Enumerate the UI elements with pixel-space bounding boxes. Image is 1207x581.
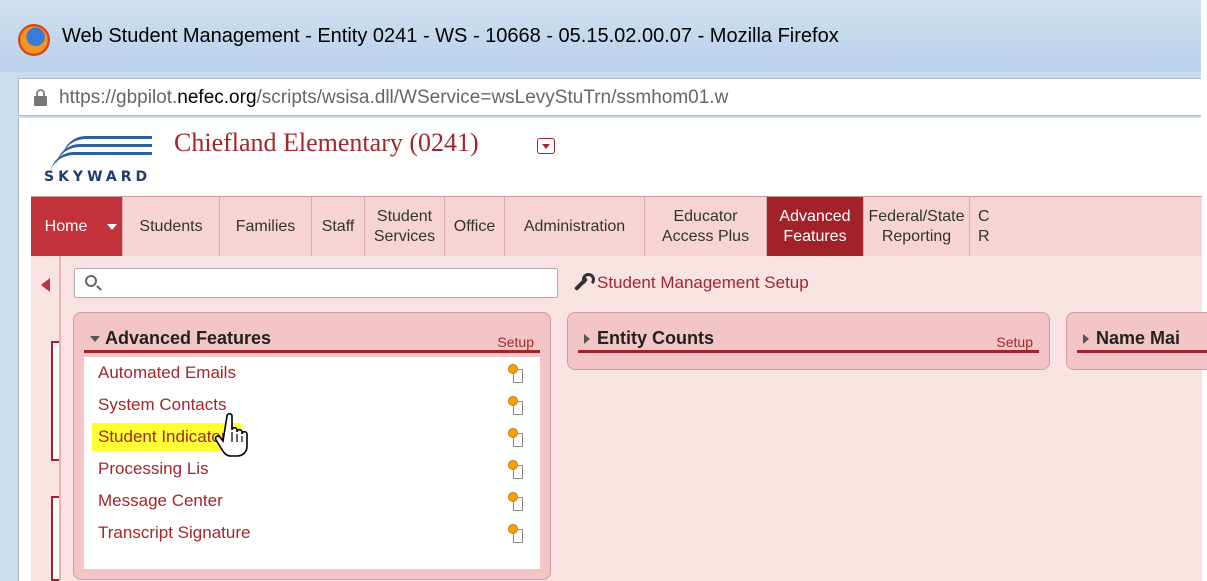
list-item[interactable]: Transcript Signature <box>98 523 250 543</box>
url-path: /scripts/wsisa.dll/WService=wsLevyStuTrn… <box>256 87 729 108</box>
page-content: SKYWARD Chiefland Elementary (0241) Home… <box>18 118 1207 581</box>
nav-administration[interactable]: Administration <box>505 197 645 257</box>
search-icon <box>85 275 97 287</box>
panel-title-text: Entity Counts <box>597 328 714 348</box>
nav-office[interactable]: Office <box>445 197 505 257</box>
setup-link-label: Student Management Setup <box>597 273 809 292</box>
nav-home-dropdown-icon[interactable] <box>101 197 123 257</box>
browser-window: Web Student Management - Entity 0241 - W… <box>0 0 1207 581</box>
nav-educator-access-plus[interactable]: Educator Access Plus <box>645 197 767 257</box>
list-item[interactable]: Processing Lis <box>98 459 209 479</box>
firefox-logo-icon <box>18 24 50 56</box>
panel-title-text: Name Mai <box>1096 328 1181 348</box>
panel-header: Name Mai <box>1077 321 1207 353</box>
chevron-right-icon <box>1083 333 1089 344</box>
content-area: Student Management Setup Advanced Featur… <box>31 256 1207 581</box>
panel-title[interactable]: Advanced Features <box>90 328 271 349</box>
new-document-icon[interactable] <box>509 461 523 479</box>
window-title: Web Student Management - Entity 0241 - W… <box>62 25 839 47</box>
main-nav: Home Students Families Staff Student Serv… <box>31 196 1202 257</box>
nav-cut-off-item[interactable]: CR <box>970 197 1010 257</box>
panel-title[interactable]: Name Mai <box>1083 328 1180 349</box>
new-document-icon[interactable] <box>509 525 523 543</box>
nav-staff[interactable]: Staff <box>312 197 365 257</box>
panel-setup-link[interactable]: Setup <box>996 334 1033 350</box>
school-dropdown-button[interactable] <box>537 138 555 154</box>
chevron-down-icon <box>90 335 100 342</box>
list-item[interactable]: Message Center <box>98 491 223 511</box>
lock-icon <box>34 89 47 106</box>
nav-home[interactable]: Home <box>31 197 101 257</box>
nav-student-services[interactable]: Student Services <box>365 197 445 257</box>
divider <box>59 256 61 581</box>
nav-federal-state-reporting[interactable]: Federal/State Reporting <box>864 197 970 257</box>
panel-header: Entity Counts Setup <box>578 321 1039 353</box>
collapse-arrow-icon[interactable] <box>41 278 50 292</box>
panel-title[interactable]: Entity Counts <box>584 328 714 349</box>
new-document-icon[interactable] <box>509 365 523 383</box>
chevron-right-icon <box>584 333 590 344</box>
new-document-icon[interactable] <box>509 493 523 511</box>
advanced-features-panel: Advanced Features Setup Automated Emails… <box>73 312 551 580</box>
nav-advanced-features[interactable]: Advanced Features <box>767 197 864 257</box>
panel-body: Automated Emails System Contacts Student… <box>84 357 540 569</box>
wrench-icon <box>571 273 595 293</box>
student-management-setup-link[interactable]: Student Management Setup <box>571 273 809 293</box>
panel-setup-link[interactable]: Setup <box>497 334 534 350</box>
title-bar: Web Student Management - Entity 0241 - W… <box>0 0 1201 72</box>
search-input[interactable] <box>74 268 558 298</box>
school-name: Chiefland Elementary (0241) <box>174 128 479 157</box>
address-bar[interactable]: https://gbpilot.nefec.org/scripts/wsisa.… <box>18 78 1201 116</box>
url-prefix: https://gbpilot. <box>59 87 178 108</box>
list-item[interactable]: Automated Emails <box>98 363 236 383</box>
list-item[interactable]: System Contacts <box>98 395 227 415</box>
logo-text: SKYWARD <box>44 169 152 185</box>
nav-students[interactable]: Students <box>123 197 220 257</box>
skyward-logo: SKYWARD <box>44 130 156 188</box>
new-document-icon[interactable] <box>509 429 523 447</box>
entity-counts-panel: Entity Counts Setup <box>567 312 1050 370</box>
name-panel: Name Mai <box>1066 312 1207 370</box>
panel-title-text: Advanced Features <box>105 328 272 348</box>
new-document-icon[interactable] <box>509 397 523 415</box>
left-sidebar-tab <box>31 256 61 581</box>
hand-cursor-icon <box>214 412 248 457</box>
url-text[interactable]: https://gbpilot.nefec.org/scripts/wsisa.… <box>59 87 728 109</box>
nav-families[interactable]: Families <box>220 197 312 257</box>
panel-header: Advanced Features Setup <box>84 321 540 353</box>
url-domain: nefec.org <box>177 87 257 108</box>
